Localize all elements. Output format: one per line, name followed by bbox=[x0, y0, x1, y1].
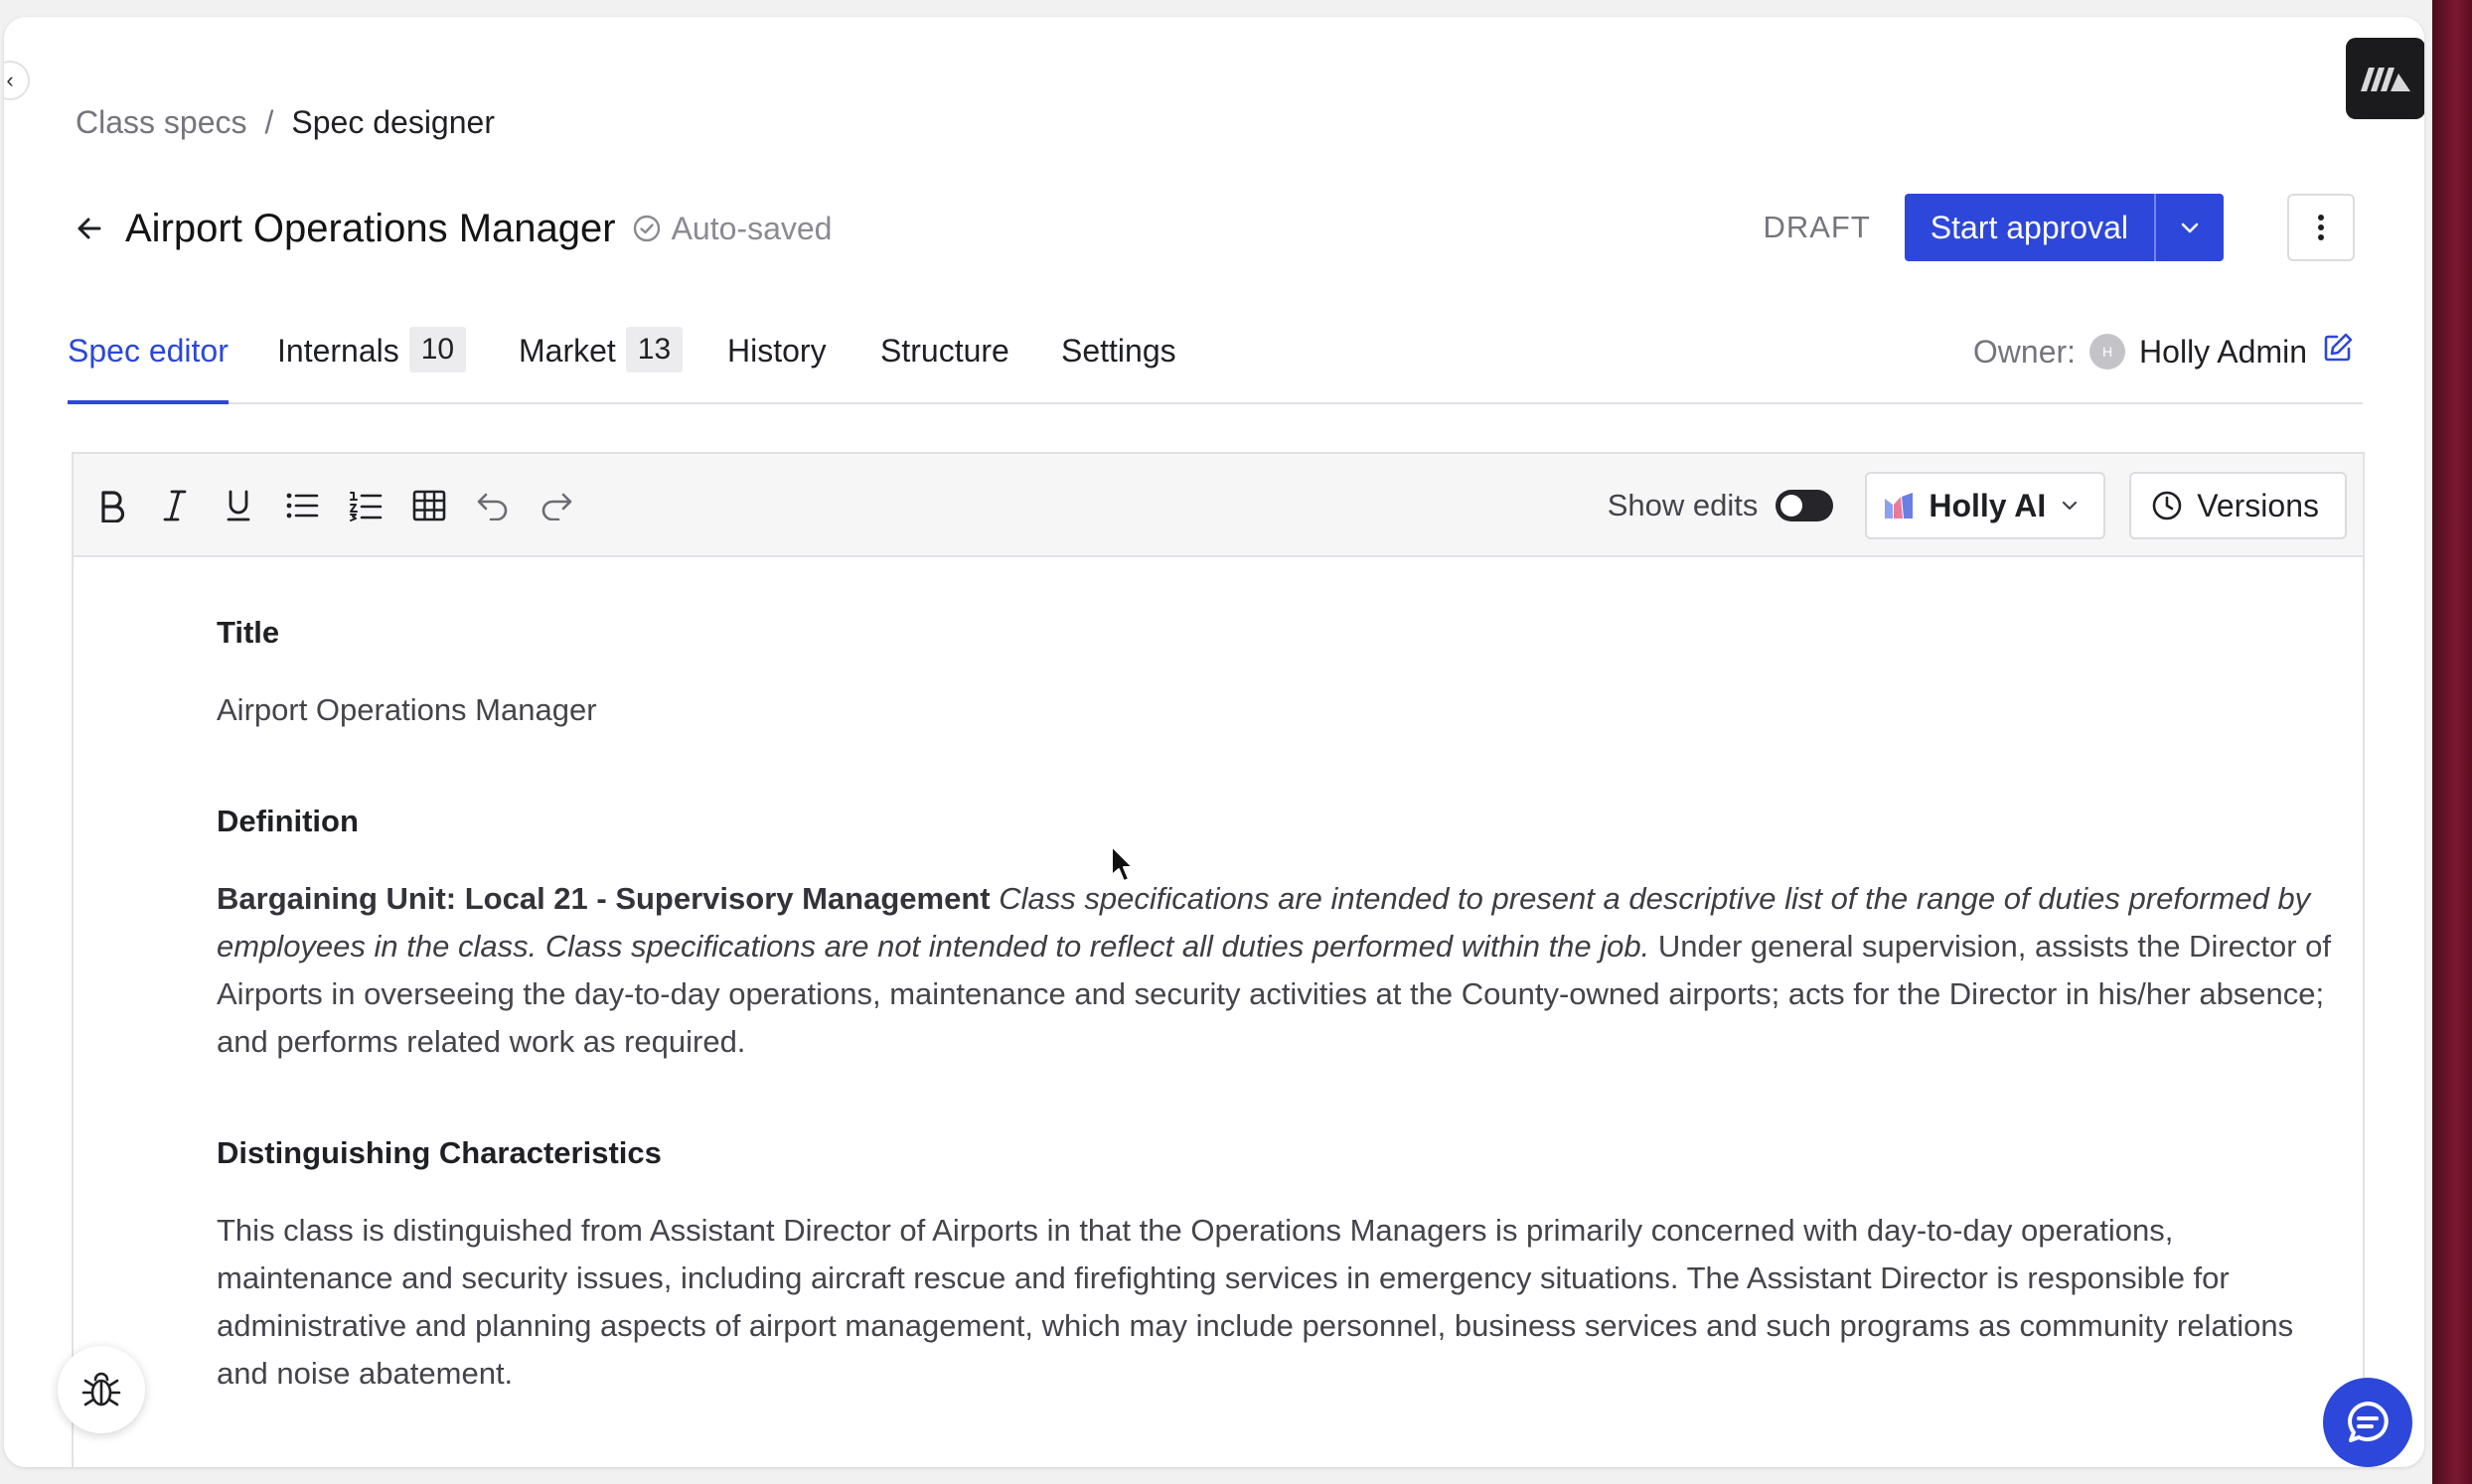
table-icon bbox=[412, 490, 446, 521]
breadcrumb: Class specs / Spec designer bbox=[76, 104, 495, 141]
app-logo-button[interactable] bbox=[2346, 38, 2424, 119]
breadcrumb-separator: / bbox=[264, 104, 274, 140]
redo-icon bbox=[541, 493, 572, 520]
numbered-list-icon bbox=[350, 492, 383, 521]
start-approval-label: Start approval bbox=[1930, 209, 2128, 245]
tab-label: History bbox=[727, 333, 827, 369]
more-options-button[interactable] bbox=[2287, 194, 2355, 261]
title-value: Airport Operations Manager bbox=[217, 692, 597, 727]
bullet-list-icon bbox=[286, 493, 319, 519]
tab-label: Internals bbox=[277, 333, 399, 369]
owner-info: Owner: H Holly Admin bbox=[1973, 331, 2355, 372]
bold-icon bbox=[101, 491, 125, 522]
clock-icon bbox=[2152, 491, 2182, 520]
title-heading: Title bbox=[217, 615, 280, 650]
tab-label: Market bbox=[519, 333, 616, 369]
avatar: H bbox=[2089, 334, 2126, 370]
page-title: Airport Operations Manager bbox=[125, 206, 616, 250]
chat-icon bbox=[2348, 1402, 2389, 1442]
start-approval-button[interactable]: Start approval bbox=[1904, 194, 2154, 261]
tab-history[interactable]: History bbox=[727, 325, 827, 404]
collapse-sidebar-button[interactable]: ‹ bbox=[4, 61, 30, 100]
tab-settings[interactable]: Settings bbox=[1061, 325, 1176, 404]
numbered-list-button[interactable] bbox=[344, 484, 387, 527]
check-circle-icon bbox=[633, 215, 660, 242]
owner-name: Holly Admin bbox=[2139, 333, 2307, 370]
distinguishing-text: This class is distinguished from Assista… bbox=[217, 1213, 2294, 1391]
chevron-down-icon bbox=[2181, 223, 2199, 233]
toolbar-right: Show edits Holly AI Versions bbox=[1608, 472, 2347, 539]
edit-icon bbox=[2324, 333, 2353, 362]
header-actions: DRAFT Start approval bbox=[1763, 194, 2355, 261]
italic-button[interactable] bbox=[153, 484, 197, 527]
holly-ai-label: Holly AI bbox=[1929, 487, 2047, 523]
tab-label: Structure bbox=[880, 333, 1009, 369]
logo-icon bbox=[2361, 68, 2410, 91]
table-button[interactable] bbox=[407, 484, 451, 527]
title-row: Airport Operations Manager Auto-saved bbox=[70, 201, 832, 256]
bug-report-button[interactable] bbox=[58, 1346, 145, 1433]
tab-count-badge: 10 bbox=[408, 327, 467, 372]
approval-options-button[interactable] bbox=[2154, 194, 2224, 261]
kebab-menu-icon bbox=[2318, 215, 2324, 240]
distinguishing-heading: Distinguishing Characteristics bbox=[217, 1135, 662, 1170]
autosave-label: Auto-saved bbox=[671, 210, 833, 246]
tab-label: Settings bbox=[1061, 333, 1176, 369]
holly-ai-dropdown[interactable]: Holly AI bbox=[1865, 472, 2106, 539]
spec-editor: Show edits Holly AI Versions Title Airpo… bbox=[72, 452, 2365, 1467]
back-button[interactable] bbox=[70, 209, 109, 248]
autosave-status: Auto-saved bbox=[632, 210, 833, 247]
show-edits-toggle[interactable] bbox=[1776, 490, 1834, 521]
definition-heading: Definition bbox=[217, 804, 359, 838]
bold-button[interactable] bbox=[89, 484, 133, 527]
breadcrumb-current: Spec designer bbox=[291, 104, 495, 140]
arrow-left-icon bbox=[77, 218, 101, 239]
undo-button[interactable] bbox=[471, 484, 515, 527]
chevron-left-icon: ‹ bbox=[6, 68, 14, 92]
main-panel: ‹ Class specs / Spec designer Airport Op… bbox=[4, 17, 2424, 1467]
toggle-knob bbox=[1780, 495, 1803, 517]
chat-support-button[interactable] bbox=[2323, 1378, 2412, 1467]
underline-icon bbox=[227, 490, 250, 521]
status-badge: DRAFT bbox=[1763, 210, 1871, 244]
tab-internals[interactable]: Internals 10 bbox=[277, 325, 467, 404]
mouse-cursor-icon bbox=[1111, 845, 1134, 882]
editor-toolbar: Show edits Holly AI Versions bbox=[74, 454, 2363, 557]
window-edge bbox=[2432, 0, 2472, 1484]
tab-spec-editor[interactable]: Spec editor bbox=[68, 325, 229, 404]
tab-count-badge: 13 bbox=[625, 327, 684, 372]
definition-text: Bargaining Unit: Local 21 - Supervisory … bbox=[217, 875, 2353, 1066]
tab-market[interactable]: Market 13 bbox=[519, 325, 684, 404]
document-body[interactable]: Title Airport Operations Manager Definit… bbox=[217, 615, 2353, 1467]
versions-button[interactable]: Versions bbox=[2129, 472, 2347, 539]
versions-label: Versions bbox=[2197, 487, 2319, 523]
show-edits-label: Show edits bbox=[1607, 488, 1759, 522]
bargaining-unit-text: Bargaining Unit: Local 21 - Supervisory … bbox=[217, 881, 991, 916]
underline-button[interactable] bbox=[217, 484, 260, 527]
bug-icon bbox=[81, 1372, 121, 1407]
tab-structure[interactable]: Structure bbox=[880, 325, 1009, 404]
redo-button[interactable] bbox=[535, 484, 578, 527]
breadcrumb-class-specs[interactable]: Class specs bbox=[76, 104, 247, 141]
owner-label: Owner: bbox=[1972, 333, 2077, 370]
holly-ai-icon bbox=[1885, 493, 1914, 519]
edit-owner-button[interactable] bbox=[2321, 331, 2355, 372]
undo-icon bbox=[477, 493, 508, 520]
chevron-down-icon bbox=[2063, 501, 2078, 511]
tab-label: Spec editor bbox=[68, 333, 229, 369]
bullet-list-button[interactable] bbox=[280, 484, 324, 527]
italic-icon bbox=[163, 490, 187, 521]
